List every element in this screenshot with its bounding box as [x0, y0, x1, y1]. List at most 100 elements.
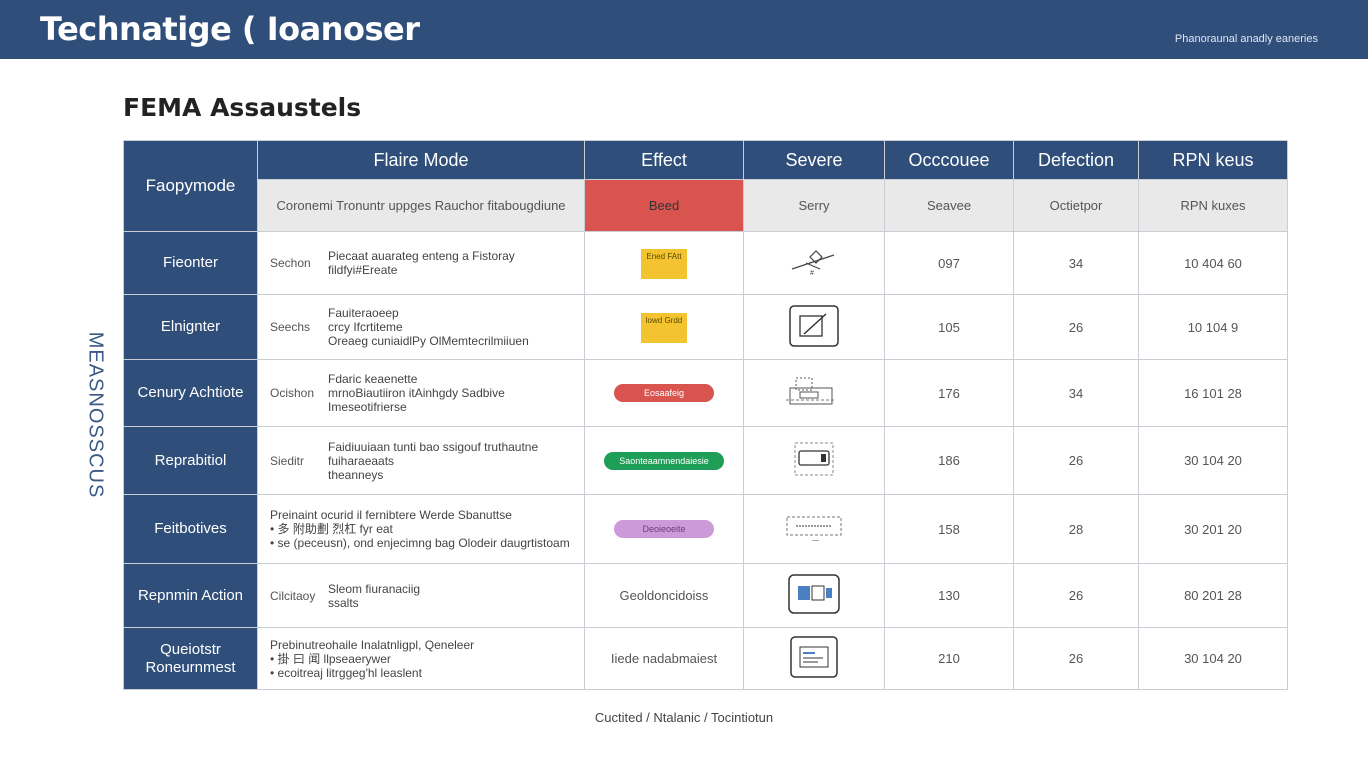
rpn-value: 10 104 9: [1138, 294, 1288, 360]
effect-badge[interactable]: Deoieoeite: [614, 520, 714, 538]
severity-value: 176: [884, 359, 1014, 427]
failure-description-cell: Ocishon Fdaric keaenette mrnoBiautiiron it…: [257, 359, 585, 427]
subheader-failure-mode: Coronemi Tronuntr uppges Rauchor fitabou…: [257, 179, 585, 232]
effect-cell: Saonteaamnendaiesie: [584, 426, 744, 495]
column-header-severity[interactable]: Severe: [743, 140, 885, 180]
row-lead-label: Sechon: [270, 256, 311, 270]
header-subtitle: Phanoraunal anadly eaneries: [1174, 33, 1318, 45]
row-lead-label: Ocishon: [270, 386, 315, 400]
severity-icon-cell: [743, 294, 885, 360]
effect-text: Geoldoncidoiss: [619, 588, 709, 603]
row-description-line: theanneys: [328, 467, 384, 482]
row-lead-label: Cilcitaoy: [270, 588, 316, 603]
row-description-line: Faidiuuiaan tunti bao ssigouf truthautne: [328, 439, 539, 454]
effect-sticker: lowd Grdd: [641, 313, 687, 343]
dashed-box-icon[interactable]: —: [784, 513, 844, 546]
row-description-line: Sleom fiuranaciig: [328, 581, 421, 596]
printer-icon[interactable]: [786, 374, 842, 413]
column-header-effect[interactable]: Effect: [584, 140, 744, 180]
effect-cell: lowd Grdd: [584, 294, 744, 360]
row-lead-label: Seechs: [270, 320, 311, 334]
column-header-occurrence[interactable]: Occcouee: [884, 140, 1014, 180]
svg-text:#: #: [810, 270, 814, 277]
row-description-line: ssalts: [328, 595, 359, 610]
severity-value: 210: [884, 627, 1014, 690]
row-description-line: Fauiteraoeep: [328, 306, 399, 320]
row-description-line: Fdaric keaenette: [328, 372, 418, 386]
rpn-value: 80 201 28: [1138, 563, 1288, 628]
rpn-value: 16 101 28: [1138, 359, 1288, 427]
effect-cell: Iiede nadabmaiest: [584, 627, 744, 690]
fmea-table: Faopymode Flaire Mode Effect Severe Occc…: [123, 140, 1288, 690]
column-header-failure-mode[interactable]: Flaire Mode: [257, 140, 585, 180]
occurrence-value: 34: [1013, 359, 1139, 427]
severity-value: 186: [884, 426, 1014, 495]
severity-icon-cell: [743, 627, 885, 690]
vertical-side-label: MEASNOSSCUS: [84, 331, 107, 499]
failure-description-cell: Sechon Piecaat auarateg enteng a Fistoray…: [257, 231, 585, 295]
subheader-severity: Serry: [743, 179, 885, 232]
occurrence-value: 34: [1013, 231, 1139, 295]
row-description-line: Imeseotifrierse: [328, 400, 407, 414]
effect-cell: Ened FAtt: [584, 231, 744, 295]
failure-description-cell: Sieditr Faidiuuiaan tunti bao ssigouf tru…: [257, 426, 585, 495]
app-title: Technatige ( Ioanoser: [40, 10, 420, 48]
row-header: Queiotstr Roneurnmest: [123, 627, 258, 690]
row-header: Feitbotives: [123, 494, 258, 564]
row-description-line: crcy Ifcrtiteme: [328, 320, 403, 334]
table-row: Cenury Achtiote Ocishon Fdaric keaenette mr…: [123, 359, 1288, 427]
row-description-line: • ecoitreaj litrggeg'hl leaslent: [270, 665, 422, 680]
row-description-line: • se (peceusn), ond enjecimng bag Olodei…: [270, 536, 570, 550]
failure-description-cell: Prebinutreohaile Inalatnligpl, Qeneleer •…: [257, 627, 585, 690]
rpn-value: 30 104 20: [1138, 627, 1288, 690]
subheader-occurrence: Seavee: [884, 179, 1014, 232]
page-title: FEMA Assaustels: [123, 93, 362, 122]
column-header-detection[interactable]: Defection: [1013, 140, 1139, 180]
rpn-value: 10 404 60: [1138, 231, 1288, 295]
row-lead-label: Sieditr: [270, 453, 305, 468]
occurrence-value: 26: [1013, 627, 1139, 690]
table-row: Feitbotives Preinaint ocurid il fernibter…: [123, 494, 1288, 564]
occurrence-value: 26: [1013, 426, 1139, 495]
rpn-value: 30 201 20: [1138, 494, 1288, 564]
table-body: Fieonter Sechon Piecaat auarateg enteng a …: [123, 231, 1288, 690]
row-description-line: fuiharaeaats: [328, 453, 395, 468]
row-header: Repnmin Action: [123, 563, 258, 628]
severity-icon-cell: —: [743, 494, 885, 564]
row-description-line: • 多 附助劃 烈杠 fyr eat: [270, 522, 393, 536]
subheader-rpn: RPN kuxes: [1138, 179, 1288, 232]
rpn-value: 30 104 20: [1138, 426, 1288, 495]
corner-header: Faopymode: [123, 140, 258, 232]
effect-badge[interactable]: Saonteaamnendaiesie: [604, 451, 724, 470]
failure-description-cell: Preinaint ocurid il fernibtere Werde Sba…: [257, 494, 585, 564]
edit-box-icon[interactable]: [788, 304, 840, 351]
top-bar: Technatige ( Ioanoser Phanoraunal anadly…: [0, 0, 1368, 59]
failure-description-cell: Seechs Fauiteraoeep crcy Ifcrtiteme Oreaeg …: [257, 294, 585, 360]
footer-caption: Cuctited / Ntalanic / Tocintiotun: [594, 710, 774, 725]
effect-cell: Geoldoncidoiss: [584, 563, 744, 628]
row-description-line: Oreaeg cuniaidlPy OlMemtecrilmiiuen: [328, 334, 529, 348]
column-header-rpn[interactable]: RPN keus: [1138, 140, 1288, 180]
table-row: Reprabitiol Sieditr Faidiuuiaan tunti bao …: [123, 426, 1288, 495]
severity-value: 105: [884, 294, 1014, 360]
row-header: Elnignter: [123, 294, 258, 360]
chart-box-icon[interactable]: [788, 635, 840, 682]
table-row: Queiotstr Roneurnmest Prebinutreohaile In…: [123, 627, 1288, 690]
severity-icon-cell: [743, 426, 885, 495]
effect-badge[interactable]: Eosaafeig: [614, 384, 714, 402]
effect-cell: Eosaafeig: [584, 359, 744, 427]
severity-value: 130: [884, 563, 1014, 628]
monitor-icon[interactable]: [786, 572, 842, 619]
effect-sticker: Ened FAtt: [641, 249, 687, 279]
subheader-detection: Octietpor: [1013, 179, 1139, 232]
card-icon[interactable]: [789, 441, 839, 480]
occurrence-value: 28: [1013, 494, 1139, 564]
severity-icon-cell: [743, 563, 885, 628]
severity-icon-cell: [743, 359, 885, 427]
pen-icon[interactable]: #: [788, 247, 840, 280]
table-row: Elnignter Seechs Fauiteraoeep crcy Ifcrtite…: [123, 294, 1288, 360]
row-description-line: Piecaat auarateg enteng a Fistoray: [328, 249, 515, 263]
effect-text: Iiede nadabmaiest: [610, 651, 718, 666]
row-description-line: Prebinutreohaile Inalatnligpl, Qeneleer: [270, 637, 475, 652]
effect-cell: Deoieoeite: [584, 494, 744, 564]
